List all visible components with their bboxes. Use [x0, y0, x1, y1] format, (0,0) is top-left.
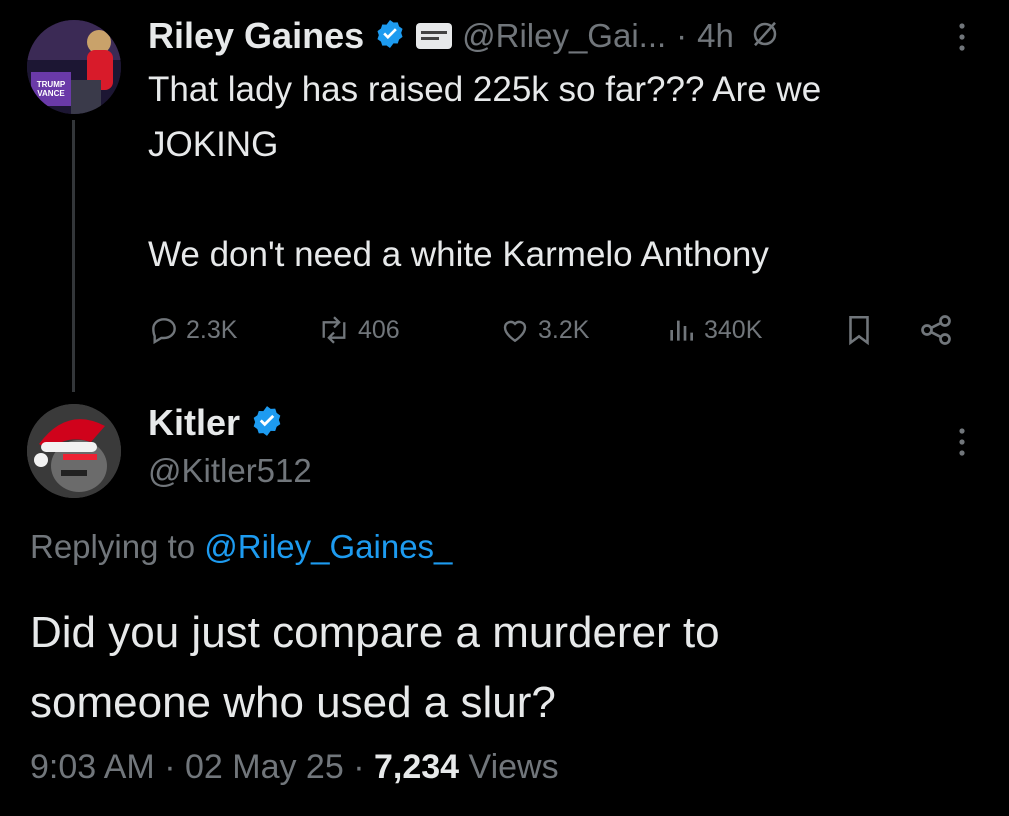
repost-count: 406 [358, 315, 400, 344]
views-button[interactable]: 340K [664, 312, 762, 348]
avatar-image [27, 404, 121, 498]
avatar-image [27, 20, 121, 114]
reply-views-count: 7,234 [373, 748, 460, 786]
like-count: 3.2K [538, 315, 590, 344]
avatar-sign-text: TRUMP VANCE [36, 80, 66, 98]
tweet-time[interactable]: 4h [697, 17, 734, 55]
reply-more-options-icon[interactable] [950, 425, 974, 459]
parent-tweet-text: That lady has raised 225k so far??? Are … [148, 70, 822, 274]
replying-to-line: Replying to @Riley_Gaines_ [30, 528, 452, 566]
heart-icon [503, 320, 527, 343]
replying-to-handle-link[interactable]: @Riley_Gaines_ [204, 528, 452, 565]
reply-time[interactable]: 9:03 AM [30, 748, 155, 786]
affiliate-badge-icon [416, 23, 453, 49]
more-options-icon[interactable] [950, 20, 974, 54]
reply-date[interactable]: 02 May 25 [185, 748, 344, 786]
reply-count: 2.3K [186, 315, 238, 344]
verified-badge-icon [250, 404, 284, 443]
meta-separator: · [676, 17, 688, 54]
author-name[interactable]: Riley Gaines [148, 15, 364, 57]
avatar-kitler[interactable] [27, 404, 121, 498]
avatar-riley-gaines[interactable]: TRUMP VANCE [27, 20, 121, 114]
grok-icon[interactable] [750, 19, 780, 54]
reply-author-name[interactable]: Kitler [148, 402, 240, 444]
views-count: 340K [704, 315, 763, 344]
reply-button[interactable]: 2.3K [148, 312, 237, 348]
thread-connector-line [72, 120, 75, 392]
repost-icon [322, 316, 346, 344]
bookmark-icon[interactable] [842, 312, 876, 353]
author-handle[interactable]: @Riley_Gai... [462, 17, 666, 55]
reply-icon [152, 318, 176, 345]
reply-views-label: Views [468, 748, 559, 786]
reply-tweet-meta: 9:03 AM · 02 May 25 · 7,234 Views [30, 748, 559, 787]
meta-dot: · [353, 748, 365, 786]
meta-dot: · [164, 748, 176, 786]
reply-author-handle[interactable]: @Kitler512 [148, 452, 312, 490]
replying-to-prefix: Replying to [30, 528, 196, 565]
repost-button[interactable]: 406 [316, 312, 400, 348]
verified-badge-icon [374, 18, 406, 55]
share-icon[interactable] [916, 312, 956, 353]
views-chart-icon [670, 320, 693, 341]
reply-tweet-text: Did you just compare a murderer to someo… [30, 608, 720, 727]
parent-tweet-header: Riley Gaines @Riley_Gai... · 4h [148, 14, 780, 58]
reply-author-row: Kitler [148, 400, 284, 446]
like-button[interactable]: 3.2K [498, 312, 589, 348]
